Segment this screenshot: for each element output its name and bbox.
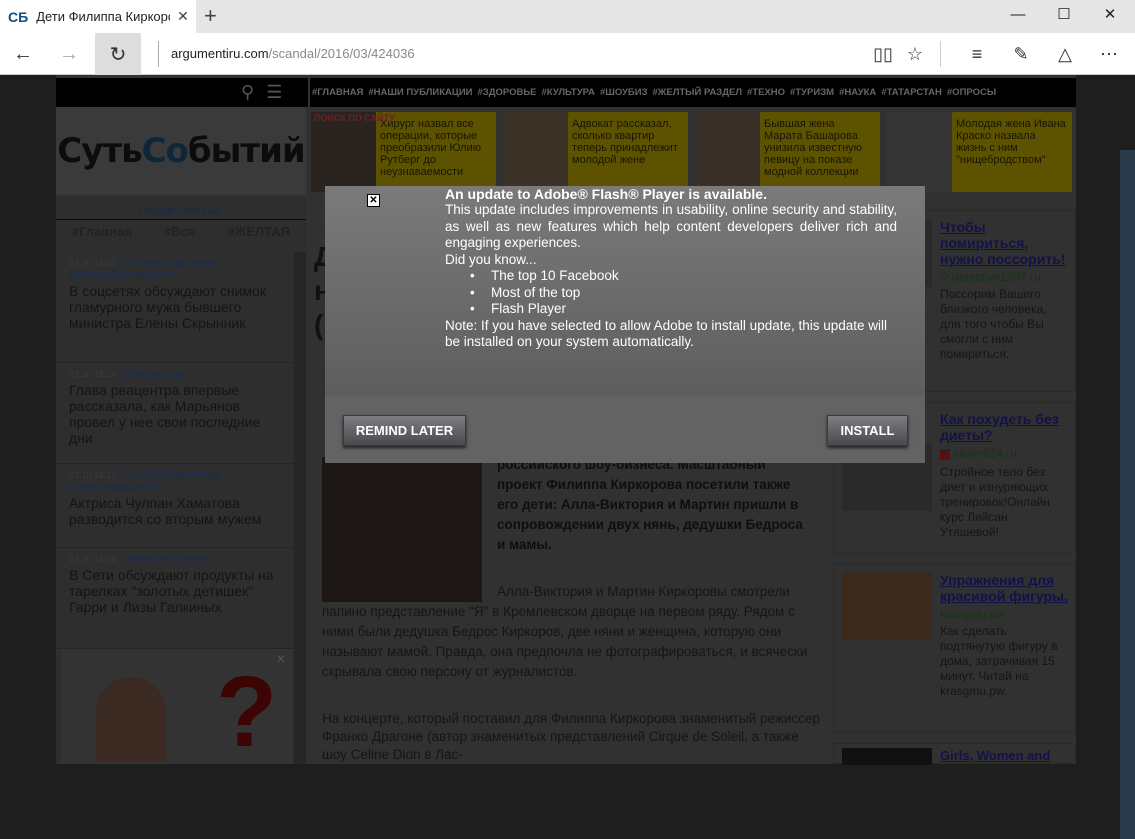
favicon: СБ (8, 8, 29, 25)
forward-button[interactable]: → (46, 33, 92, 75)
menu-icon[interactable]: ☰ (266, 82, 282, 103)
ad-description: Стройное тело без диет и изнуряющих трен… (940, 465, 1050, 539)
question-mark-image: ? (216, 656, 278, 768)
reading-view-icon[interactable]: ▯▯ (866, 33, 900, 75)
ad-source: detective1997.ru (952, 270, 1041, 284)
tab-title: Дети Филиппа Киркоров (36, 9, 170, 24)
news-item[interactable]: 23.10 15:25 # МаксимГалкин В Сети обсужда… (56, 548, 294, 649)
background-window (1120, 150, 1135, 839)
ad-card[interactable]: Girls, Women and (833, 743, 1076, 765)
article-photo (322, 457, 482, 602)
nav-link[interactable]: #ОПРОСЫ (947, 87, 996, 98)
article-paragraph: На концерте, который поставил для Филипп… (322, 711, 820, 762)
ad-description: Как сделать подтянутую фигуру в дома, за… (940, 624, 1058, 698)
site-search-link[interactable]: ПОИСК ПО САЙТУ (314, 113, 395, 124)
bullet-item: Most of the top (470, 285, 897, 302)
sidebar-scrollbar[interactable] (294, 252, 306, 764)
headline-card[interactable]: Хирург назвал все операции, которые прео… (311, 112, 496, 192)
site-logo[interactable]: Суть Со бытий (56, 107, 306, 195)
ad-description: Поссорим Вашего близкого человека, для т… (940, 287, 1047, 361)
news-item[interactable]: 23.10 18:26 # Марьянов Глава реацентра вп… (56, 363, 294, 464)
share-icon[interactable]: △ (1048, 33, 1082, 75)
nav-link[interactable]: #ТЕХНО (747, 87, 785, 98)
dialog-note: Note: If you have selected to allow Adob… (445, 317, 888, 350)
nav-link[interactable]: #ЖЕЛТЫЙ РАЗДЕЛ (653, 87, 743, 98)
nav-link[interactable]: #ГЛАВНАЯ (312, 87, 363, 98)
back-button[interactable]: ← (0, 33, 46, 75)
tab-close-icon[interactable]: ✕ (170, 8, 196, 25)
article-lead: российского шоу-бизнеса. Масштабный прое… (497, 457, 803, 552)
feed-tab[interactable]: #Главная (72, 224, 132, 240)
toolbar-divider (940, 41, 941, 67)
close-window-button[interactable]: ✕ (1087, 5, 1133, 25)
dialog-close-icon[interactable]: ✕ (367, 194, 380, 207)
address-bar-row: ← → ↻ argumentiru.com/scandal/2016/03/42… (0, 33, 1135, 75)
bullet-item: The top 10 Facebook (470, 268, 897, 285)
nav-link[interactable]: #ШОУБИЗ (600, 87, 648, 98)
headline-card[interactable]: Молодая жена Ивана Краско назвала жизнь … (887, 112, 1072, 192)
ad-title[interactable]: Упражнения для красивой фигуры. (940, 572, 1069, 604)
refresh-button[interactable]: ↻ (95, 33, 141, 75)
url-path: /scandal/2016/03/424036 (268, 46, 415, 61)
headline-card[interactable]: Бывшая жена Марата Башарова унизила изве… (695, 112, 880, 192)
nav-link[interactable]: #ЗДОРОВЬЕ (477, 87, 536, 98)
nav-link[interactable]: #НАШИ ПУБЛИКАЦИИ (368, 87, 472, 98)
sidebar-title: Наши ленты: (56, 202, 306, 220)
ad-title[interactable]: Чтобы помириться, нужно поссорить! (940, 219, 1069, 267)
flash-update-dialog: ✕ An update to Adobe® Flash® Player is a… (325, 186, 925, 463)
tab-bar: СБ Дети Филиппа Киркоров ✕ + — ☐ ✕ (0, 0, 1135, 33)
feed-tab[interactable]: #ЖЕЛТАЯ (227, 224, 290, 240)
news-item[interactable]: 23.10 18:41 # ЕленаСкрынник , ДмитрийБел… (56, 252, 294, 363)
url-field[interactable]: argumentiru.com/scandal/2016/03/424036 (158, 41, 415, 67)
tab-active[interactable]: СБ Дети Филиппа Киркоров ✕ (0, 0, 196, 33)
headline-card[interactable]: Адвокат рассказал, сколько квартир тепер… (503, 112, 688, 192)
site-nav: ⚲ ☰ #ГЛАВНАЯ #НАШИ ПУБЛИКАЦИИ #ЗДОРОВЬЕ #КУЛ… (56, 78, 1076, 107)
ad-image (96, 677, 166, 762)
ad-title[interactable]: Girls, Women and (940, 748, 1069, 764)
ad-card[interactable]: Упражнения для красивой фигуры. krasgmu.p… (833, 563, 1076, 733)
dialog-body: This update includes improvements in usa… (445, 202, 897, 250)
maximize-button[interactable]: ☐ (1041, 5, 1087, 25)
favorite-star-icon[interactable]: ☆ (898, 33, 932, 75)
nav-link[interactable]: #КУЛЬТУРА (542, 87, 595, 98)
dialog-title: An update to Adobe® Flash® Player is ava… (445, 186, 767, 202)
search-icon[interactable]: ⚲ (241, 82, 254, 103)
ad-source: krasgmu.pw (940, 607, 1005, 621)
url-domain: argumentiru.com (171, 46, 269, 61)
web-note-icon[interactable]: ✎ (1004, 33, 1038, 75)
new-tab-button[interactable]: + (204, 4, 217, 28)
news-feed-sidebar: Наши ленты: #Главная #Вся #ЖЕЛТАЯ 23.10 18… (56, 197, 306, 764)
more-icon[interactable]: ⋯ (1092, 33, 1126, 75)
nav-link[interactable]: #ТУРИЗМ (790, 87, 834, 98)
nav-link[interactable]: #НАУКА (839, 87, 876, 98)
minimize-button[interactable]: — (995, 5, 1041, 25)
news-item[interactable]: 23.10 18:11 # ЧулпанХаматова , Александр… (56, 464, 294, 548)
bullet-item: Flash Player (470, 301, 897, 318)
article-paragraph: Алла-Виктория и Мартин Киркоровы смотрел… (322, 584, 808, 679)
install-button[interactable]: INSTALL (827, 415, 908, 446)
ad-title[interactable]: Как похудеть без диеты? (940, 411, 1069, 443)
hub-icon[interactable]: ≡ (960, 33, 994, 75)
ad-close-icon[interactable]: ✕ (276, 652, 286, 666)
nav-link[interactable]: #ТАТАРСТАН (881, 87, 942, 98)
feed-tab[interactable]: #Вся (164, 224, 195, 240)
did-you-know: Did you know... (445, 251, 537, 267)
ad-source: silavoli24.ru (953, 446, 1017, 460)
remind-later-button[interactable]: REMIND LATER (343, 415, 466, 446)
